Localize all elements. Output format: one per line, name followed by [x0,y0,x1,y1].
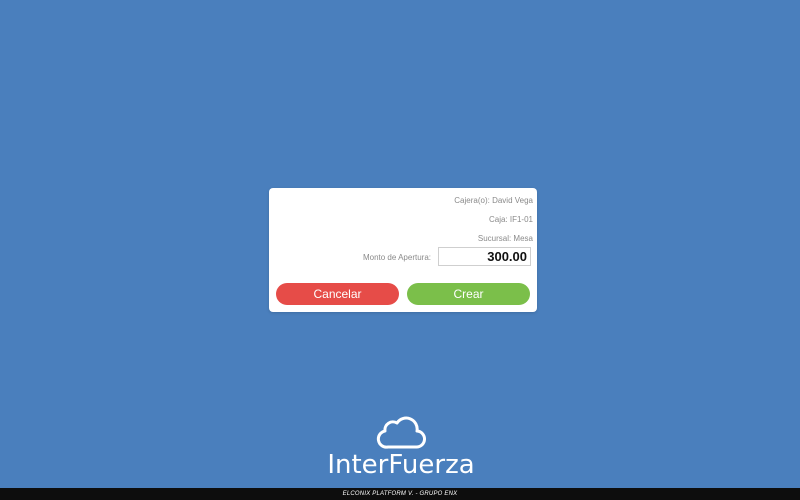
cash-opening-dialog: Cajera(o): David Vega Caja: IF1-01 Sucur… [269,188,537,312]
opening-amount-row: Monto de Apertura: [269,247,537,266]
opening-amount-input[interactable] [438,247,531,266]
cloud-icon [376,416,426,449]
create-button[interactable]: Crear [407,283,530,305]
cancel-button[interactable]: Cancelar [276,283,399,305]
opening-amount-label: Monto de Apertura: [362,253,431,262]
cashier-info: Cajera(o): David Vega [454,196,533,205]
logo-text: InterFuerza [327,450,475,480]
footer-bar: ELCONIX PLATFORM V. - GRUPO ENX [0,488,800,500]
interfuerza-logo: InterFuerza [320,414,482,484]
register-info: Caja: IF1-01 [488,215,533,224]
app-screen: Cajera(o): David Vega Caja: IF1-01 Sucur… [0,0,800,500]
branch-info: Sucursal: Mesa [477,234,533,243]
